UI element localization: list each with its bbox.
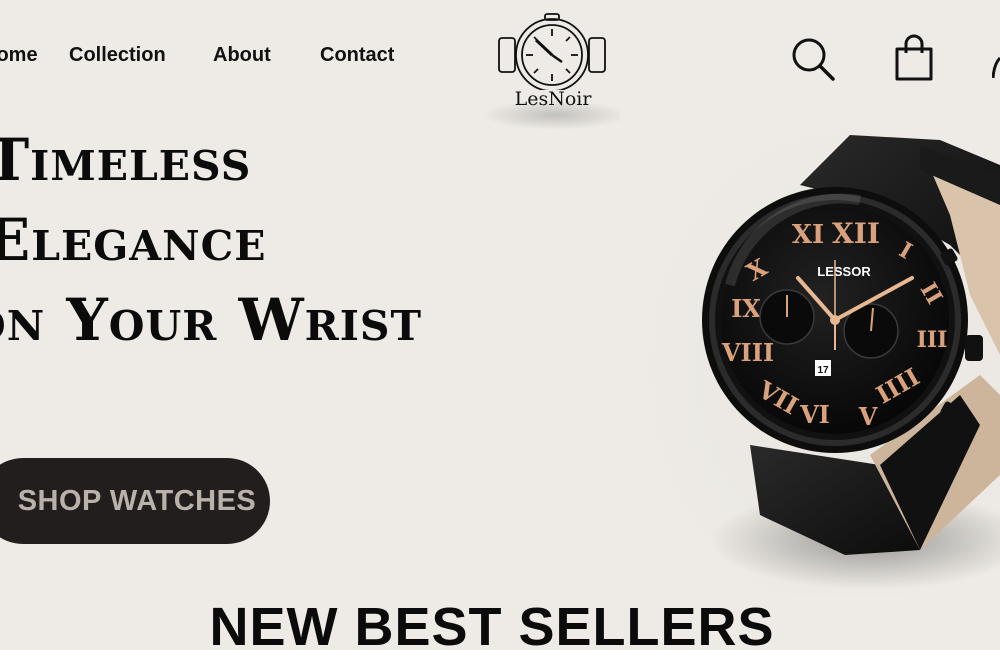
hero-line-2-text: Elegance	[0, 206, 267, 274]
svg-text:XII: XII	[832, 217, 880, 250]
hero-headline-line-2: Elegance	[0, 206, 266, 274]
svg-text:V: V	[858, 402, 878, 431]
svg-text:III: III	[917, 327, 948, 353]
best-sellers-heading: NEW BEST SELLERS	[209, 597, 775, 650]
hero-line-3-text: on Your Wrist	[0, 286, 423, 354]
nav-collection-link[interactable]: Collection	[69, 44, 166, 67]
svg-text:IX: IX	[731, 294, 761, 323]
svg-text:XI: XI	[792, 220, 824, 250]
date-window-text: 17	[817, 365, 829, 376]
hero-line-1-text: Timeless	[0, 126, 252, 194]
hero-headline-line-3: on Your Wrist	[0, 286, 422, 354]
shopping-bag-icon[interactable]	[894, 34, 934, 87]
shop-watches-button[interactable]: SHOP WATCHES	[0, 458, 270, 544]
nav-about-link[interactable]: About	[213, 44, 271, 67]
svg-text:VI: VI	[799, 400, 830, 429]
watch-brand-text: LESSOR	[817, 264, 871, 279]
hero-watch-image: XII I II III IIII V VI VII VIII IX X XI …	[620, 95, 1000, 595]
svg-text:VIII: VIII	[721, 338, 774, 367]
hero-headline-line-1: Timeless	[0, 126, 251, 194]
watch-logo-icon	[498, 13, 606, 92]
user-icon[interactable]	[991, 44, 1000, 85]
nav-contact-link[interactable]: Contact	[320, 44, 394, 67]
search-icon[interactable]	[790, 36, 836, 87]
nav-home-link[interactable]: Home	[0, 44, 38, 67]
brand-name: LesNoir	[514, 88, 592, 110]
shop-watches-label: SHOP WATCHES	[17, 484, 257, 517]
